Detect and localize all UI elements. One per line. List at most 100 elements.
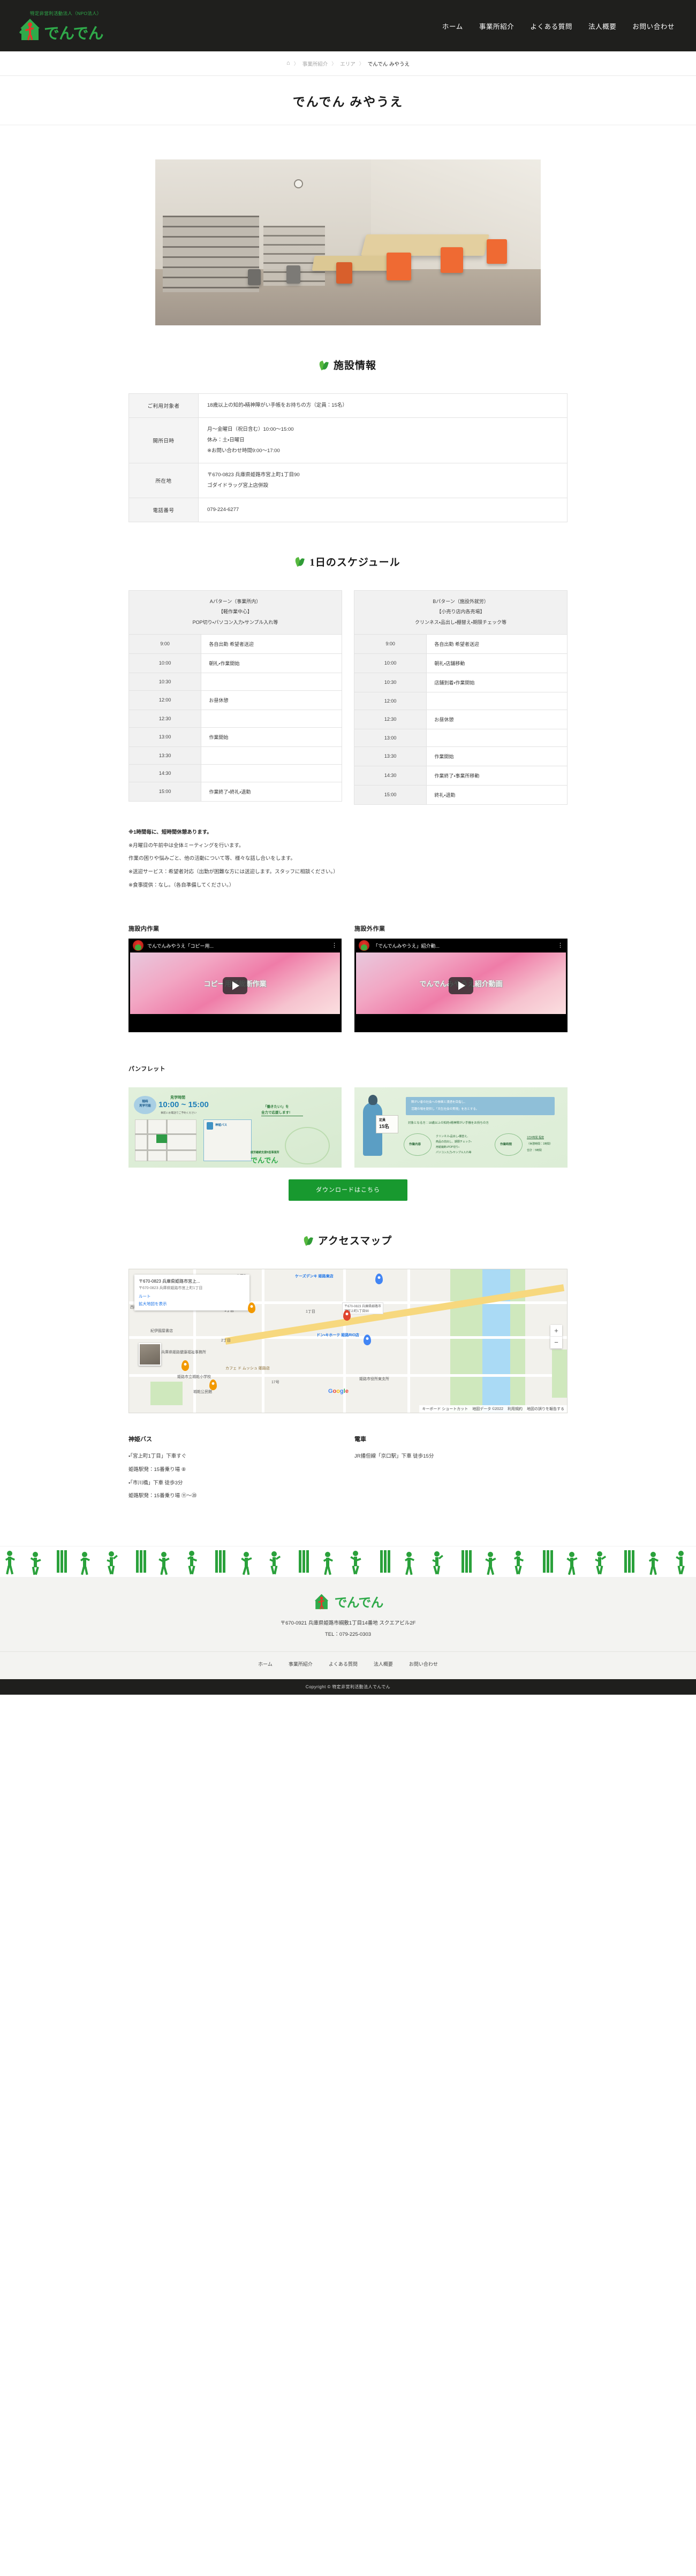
footer-nav-faq[interactable]: よくある質問: [329, 1660, 358, 1667]
facility-info-heading: 施設情報: [128, 357, 568, 372]
access-heading-text: アクセスマップ: [317, 1236, 392, 1247]
row-value-hours: 月〜金曜日（祝日含む）10:00〜15:00 休み：土・日曜日 ※お問い合わせ時…: [198, 417, 568, 463]
pamphlet-right-wrap[interactable]: 定員 15名 障がい者の社会への参画と浸透を目指し、 活躍の場を提供し「共生社会…: [354, 1087, 568, 1168]
pamphlet-image-front[interactable]: 随時 見学可能 見学時間 10:00 ~ 15:00 事前にお電話でご予約ください…: [128, 1087, 342, 1168]
pamphlet-time-line: 1日4時間 程度: [527, 1136, 544, 1140]
breadcrumb-item-offices[interactable]: 事業所紹介: [302, 60, 328, 67]
nav-item-about[interactable]: 法人概要: [588, 21, 616, 31]
schedule-activity: 終礼・退勤: [426, 784, 568, 805]
schedule-activity: [201, 764, 342, 782]
map-report-link[interactable]: 地図の誤りを報告する: [527, 1406, 564, 1412]
nav-item-home[interactable]: ホーム: [442, 21, 463, 31]
schedule-time: 10:00: [353, 653, 427, 673]
play-icon[interactable]: [449, 977, 473, 994]
pattern-a-header: Aパターン（事業所内） 【軽作業中心】 POP切り・パソコン入力・サンプル入れ等: [128, 590, 342, 635]
breadcrumb-separator: 〉: [331, 61, 337, 66]
pamphlet-catch-1: 「働きたい!」を: [263, 1105, 289, 1109]
nav-item-offices[interactable]: 事業所紹介: [479, 21, 515, 31]
footer-nav-offices[interactable]: 事業所紹介: [289, 1660, 313, 1667]
video-block-outdoor: 施設外作業 「でんでんみやうえ」紹介動... ⋮ でんでんみやうえ紹介動画: [354, 924, 568, 1033]
site-logo[interactable]: 特定非営利活動法人（NPO法人） でんでん: [18, 10, 104, 41]
access-line: JR播但線「京口駅」下車 徒歩15分: [354, 1453, 434, 1460]
schedule-time: 10:30: [353, 672, 427, 692]
channel-avatar-icon: [133, 940, 143, 951]
map-card-expand-link[interactable]: 拡大地図を表示: [139, 1301, 245, 1307]
row-label-target: ご利用対象者: [128, 393, 199, 418]
kebab-menu-icon[interactable]: ⋮: [557, 942, 563, 948]
zoom-in-button[interactable]: +: [550, 1325, 562, 1337]
schedule-time: 10:00: [128, 653, 202, 673]
map-label-poi[interactable]: ドン・キホーテ 姫路RIO店: [316, 1332, 359, 1338]
schedule-activity: 作業終了・終礼・退勤: [201, 781, 342, 802]
page-title: でんでん みやうえ: [292, 95, 404, 109]
map-marker-poi[interactable]: [364, 1335, 371, 1346]
footer-logo[interactable]: でんでん: [0, 1592, 696, 1611]
pamphlet-org-note: 就労継続支援B型事業所: [251, 1151, 279, 1155]
schedule-pattern-b: Bパターン（施設外就労） 【小売り店内各売場】 クリンネス・品出し・棚替え・期限…: [353, 590, 568, 805]
schedule-time: 9:00: [128, 634, 202, 654]
map-label: 2丁目: [221, 1339, 231, 1343]
table-row: 9:00 各自出勤 希望者送迎: [128, 634, 342, 654]
footer-nav-home[interactable]: ホーム: [258, 1660, 273, 1667]
access-map[interactable]: 〒670-0823 兵庫県姫路市宮上... 〒670-0823 兵庫県姫路市宮上…: [128, 1269, 568, 1414]
breadcrumb-item-area[interactable]: エリア: [340, 60, 355, 67]
map-marker-poi[interactable]: [248, 1302, 255, 1314]
video-player-outdoor[interactable]: 「でんでんみやうえ」紹介動... ⋮ でんでんみやうえ紹介動画: [354, 939, 568, 1033]
access-line: ・「市川橋」下車 徒歩3分: [128, 1480, 183, 1486]
map-label-poi[interactable]: ケーズデンキ 姫路東店: [295, 1274, 334, 1279]
schedule-time: 13:00: [128, 727, 202, 747]
footer-navigation: ホーム 事業所紹介 よくある質問 法人概要 お問い合わせ: [0, 1651, 696, 1667]
pattern-b-title: Bパターン（施設外就労）: [433, 598, 489, 604]
schedule-activity: [201, 672, 342, 691]
map-terms-link[interactable]: 利用規約: [508, 1406, 523, 1412]
map-data-credit: 地図データ ©2022: [472, 1407, 503, 1412]
map-shortcuts-link[interactable]: キーボード ショートカット: [422, 1406, 468, 1412]
map-marker-poi[interactable]: [181, 1360, 189, 1371]
schedule-time: 15:00: [353, 784, 427, 805]
map-zoom-controls[interactable]: + −: [550, 1325, 562, 1349]
schedule-tables: Aパターン（事業所内） 【軽作業中心】 POP切り・パソコン入力・サンプル入れ等…: [128, 590, 568, 805]
kebab-menu-icon[interactable]: ⋮: [331, 942, 337, 948]
map-info-card[interactable]: 〒670-0823 兵庫県姫路市宮上... 〒670-0823 兵庫県姫路市宮上…: [134, 1275, 249, 1311]
streetview-thumbnail[interactable]: [139, 1343, 161, 1366]
home-icon[interactable]: ⌂: [286, 60, 290, 66]
map-marker-main[interactable]: [343, 1310, 351, 1321]
video-player-indoor[interactable]: でんでんみやうえ「コピー用... ⋮ コピー用紙裁断作業: [128, 939, 342, 1033]
access-bus-lines: ・「宮上町1丁目」下車すぐ 姫路駅発：15番乗り場 ⑧ ・「市川橋」下車 徒歩3…: [128, 1450, 342, 1503]
play-icon[interactable]: [223, 977, 247, 994]
map-marker-poi[interactable]: [209, 1380, 217, 1391]
breadcrumb-bar: ⌂ 〉 事業所紹介 〉 エリア 〉 でんでん みやうえ: [0, 51, 696, 76]
schedule-time: 10:30: [128, 672, 202, 691]
table-row: 14:30: [128, 764, 342, 782]
map-marker-poi[interactable]: [375, 1274, 383, 1285]
table-row: 15:00 終礼・退勤: [353, 784, 568, 805]
pamphlet-catch-2: 全力で応援します!: [261, 1111, 291, 1115]
footer-nav-contact[interactable]: お問い合わせ: [409, 1660, 438, 1667]
table-row: 13:30: [128, 746, 342, 765]
download-button[interactable]: ダウンロードはこちら: [289, 1179, 407, 1201]
schedule-activity: [426, 728, 568, 747]
zoom-out-button[interactable]: −: [550, 1337, 562, 1348]
pamphlet-left-wrap[interactable]: 随時 見学可能 見学時間 10:00 ~ 15:00 事前にお電話でご予約ください…: [128, 1087, 342, 1168]
map-label-poi: 紀伊國屋書店: [150, 1329, 173, 1333]
table-row: 9:00 各自出勤 希望者送迎: [353, 634, 568, 654]
map-label-poi: 姫路市立城乾小学校: [177, 1375, 211, 1380]
video-title-outdoor[interactable]: 「でんでんみやうえ」紹介動...: [373, 942, 554, 949]
table-row: 10:00 朝礼・店舗移動: [353, 653, 568, 673]
google-logo: Google: [328, 1388, 349, 1395]
videos-section: 施設内作業 でんでんみやうえ「コピー用... ⋮ コピー用紙裁断作業 施設外作業: [128, 924, 568, 1033]
map-card-route-link[interactable]: ルート: [139, 1293, 245, 1299]
table-header-row: Bパターン（施設外就労） 【小売り店内各売場】 クリンネス・品出し・棚替え・期限…: [354, 590, 568, 635]
pattern-a-subtitle: 【軽作業中心】: [218, 609, 252, 615]
pamphlet-image-back[interactable]: 定員 15名 障がい者の社会への参画と浸透を目指し、 活躍の場を提供し「共生社会…: [354, 1087, 568, 1168]
nav-item-faq[interactable]: よくある質問: [530, 21, 572, 31]
table-row: 12:00: [353, 691, 568, 710]
video-title-indoor[interactable]: でんでんみやうえ「コピー用...: [147, 942, 328, 949]
access-heading: アクセスマップ: [128, 1233, 568, 1247]
map-label-poi[interactable]: カフェ ド ムッシュ 姫路店: [225, 1366, 270, 1371]
nav-item-contact[interactable]: お問い合わせ: [632, 21, 675, 31]
footer-nav-about[interactable]: 法人概要: [374, 1660, 393, 1667]
table-row: 14:30 作業終了・事業所移動: [353, 765, 568, 786]
pamphlet-target: 対象となる方：18歳以上の知的・精神障がい手帳をお持ちの方: [408, 1122, 489, 1125]
note-line: ※送迎サービス：希望者対応（出勤が困難な方には送迎します。スタッフに相談ください…: [128, 869, 338, 875]
